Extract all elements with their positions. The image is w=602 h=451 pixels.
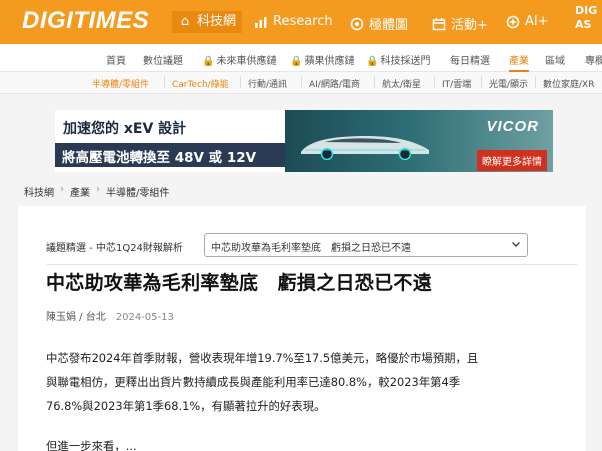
ad-brand-logo: VICOR <box>486 118 539 135</box>
topnav-label: Research <box>273 14 333 29</box>
secnav-industry[interactable]: 產業 <box>509 52 529 72</box>
tertiary-nav: 半導體/零組件 CarTech/綠能 行動/通訊 AI/網路/電商 航太/衛星 … <box>0 72 602 94</box>
byline: 陳玉娟 / 台北 2024-05-13 <box>46 308 174 323</box>
body-line: 但進一步來看，... <box>46 439 137 451</box>
subnav-mobile[interactable]: 行動/通訊 <box>248 77 287 90</box>
chart-icon <box>254 15 268 29</box>
article-headline: 中芯助攻華為毛利率墊底 虧損之日恐已不遠 <box>46 272 433 294</box>
subnav-cartech[interactable]: CarTech/綠能 <box>172 77 229 90</box>
secnav-region[interactable]: 區域 <box>545 52 565 67</box>
body-line: 76.8%與2023年第1季68.1%，有顯著拉升的好表現。 <box>46 399 326 413</box>
nav-divider <box>434 76 435 88</box>
nav-divider <box>164 76 165 88</box>
secnav-label: 科技採送門 <box>380 56 431 67</box>
divider <box>46 264 578 265</box>
secnav-apple[interactable]: 🔒 蘋果供應鏈 <box>290 52 354 67</box>
ad-text-panel: 加速您的 xEV 設計 將高壓電池轉換至 48V 或 12V <box>55 110 285 172</box>
breadcrumb: 科技網 › 產業 › 半導體/零組件 <box>24 184 169 199</box>
subnav-optoelectronics[interactable]: 光電/顯示 <box>489 77 528 90</box>
author[interactable]: 陳玉娟 / 台北 <box>46 312 106 323</box>
chip-icon <box>350 17 364 31</box>
breadcrumb-item[interactable]: 半導體/零組件 <box>106 184 169 199</box>
secnav-label: 未來車供應鏈 <box>216 56 277 67</box>
topnav-chipmap[interactable]: 極體圖 <box>350 14 408 33</box>
secnav-tech-portal[interactable]: 🔒 科技採送門 <box>366 52 430 67</box>
topnav-label: 極體圖 <box>369 18 409 33</box>
breadcrumb-separator: › <box>96 184 100 195</box>
nav-divider <box>301 76 302 88</box>
nav-divider <box>374 76 375 88</box>
body-line: 與聯電相仿，更釋出出貨片數持續成長與產能利用率已達80.8%，較2023年第4季 <box>46 375 461 389</box>
topnav-label: AI+ <box>525 14 549 29</box>
topnav-ai[interactable]: AI+ <box>506 14 549 29</box>
nav-divider <box>481 76 482 88</box>
ad-headline: 加速您的 xEV 設計 <box>63 121 187 137</box>
topic-select[interactable]: 中芯助攻華為毛利率墊底 虧損之日恐已不遠 <box>204 233 528 257</box>
nav-divider <box>240 76 241 88</box>
secondary-nav: 首頁 數位議題 🔒 未來車供應鏈 🔒 蘋果供應鏈 🔒 科技採送門 每日精選 產業 區域… <box>0 44 602 72</box>
lock-icon: 🔒 <box>290 56 303 67</box>
calendar-icon <box>432 17 446 31</box>
subnav-digital-home[interactable]: 數位家庭/XR <box>543 77 594 90</box>
site-logo[interactable]: DIGITIMES <box>22 7 149 35</box>
topic-selected-value: 中芯助攻華為毛利率墊底 虧損之日恐已不遠 <box>211 243 411 254</box>
body-line: 中芯發布2024年首季財報，營收表現年增19.7%至17.5億美元，略優於市場預… <box>46 351 479 365</box>
ai-icon <box>506 15 520 29</box>
subnav-semiconductor[interactable]: 半導體/零組件 <box>92 77 149 90</box>
home-icon: ⌂ <box>180 14 190 29</box>
article-card: 議題精選 - 中芯1Q24財報解析 中芯助攻華為毛利率墊底 虧損之日恐已不遠 中… <box>18 206 586 451</box>
breadcrumb-item[interactable]: 科技網 <box>24 184 54 199</box>
top-header: DIGITIMES ⌂ 科技網 Research 極體圖 活動+ AI+ DIG… <box>0 0 602 44</box>
topnav-label: 科技網 <box>197 14 237 29</box>
ad-banner[interactable]: 加速您的 xEV 設計 將高壓電池轉換至 48V 或 12V VICOR 瞭解更… <box>55 110 553 172</box>
subnav-ai[interactable]: AI/網路/電商 <box>309 77 360 90</box>
topnav-tech[interactable]: ⌂ 科技網 <box>172 11 243 33</box>
secnav-label: 蘋果供應鏈 <box>304 56 355 67</box>
lock-icon: 🔒 <box>202 56 215 67</box>
topnav-research[interactable]: Research <box>254 14 333 29</box>
publish-date: 2024-05-13 <box>115 312 174 323</box>
header-right-text[interactable]: DIG AS <box>575 4 602 32</box>
secnav-daily-picks[interactable]: 每日精選 <box>450 52 490 67</box>
secnav-future-car[interactable]: 🔒 未來車供應鏈 <box>202 52 276 67</box>
nav-divider <box>535 76 536 88</box>
topic-label: 議題精選 - 中芯1Q24財報解析 <box>46 243 183 254</box>
breadcrumb-item[interactable]: 產業 <box>70 184 90 199</box>
ad-cta-button[interactable]: 瞭解更多詳情 <box>477 150 547 171</box>
article-body: 中芯發布2024年首季財報，營收表現年增19.7%至17.5億美元，略優於市場預… <box>46 346 576 451</box>
chevron-down-icon <box>511 239 521 252</box>
ad-image-panel: VICOR 瞭解更多詳情 <box>285 110 553 172</box>
breadcrumb-separator: › <box>60 184 64 195</box>
topnav-events[interactable]: 活動+ <box>432 14 488 33</box>
ad-subheadline: 將高壓電池轉換至 48V 或 12V <box>55 143 285 167</box>
secnav-column[interactable]: 專欄 <box>585 52 602 67</box>
topnav-label: 活動+ <box>451 18 488 33</box>
secnav-home[interactable]: 首頁 <box>106 52 126 67</box>
lock-icon: 🔒 <box>366 56 379 67</box>
secnav-digital-topics[interactable]: 數位議題 <box>143 52 183 67</box>
subnav-it-cloud[interactable]: IT/雲端 <box>442 77 471 90</box>
subnav-aerospace[interactable]: 航太/衛星 <box>382 77 421 90</box>
car-image <box>301 136 429 160</box>
